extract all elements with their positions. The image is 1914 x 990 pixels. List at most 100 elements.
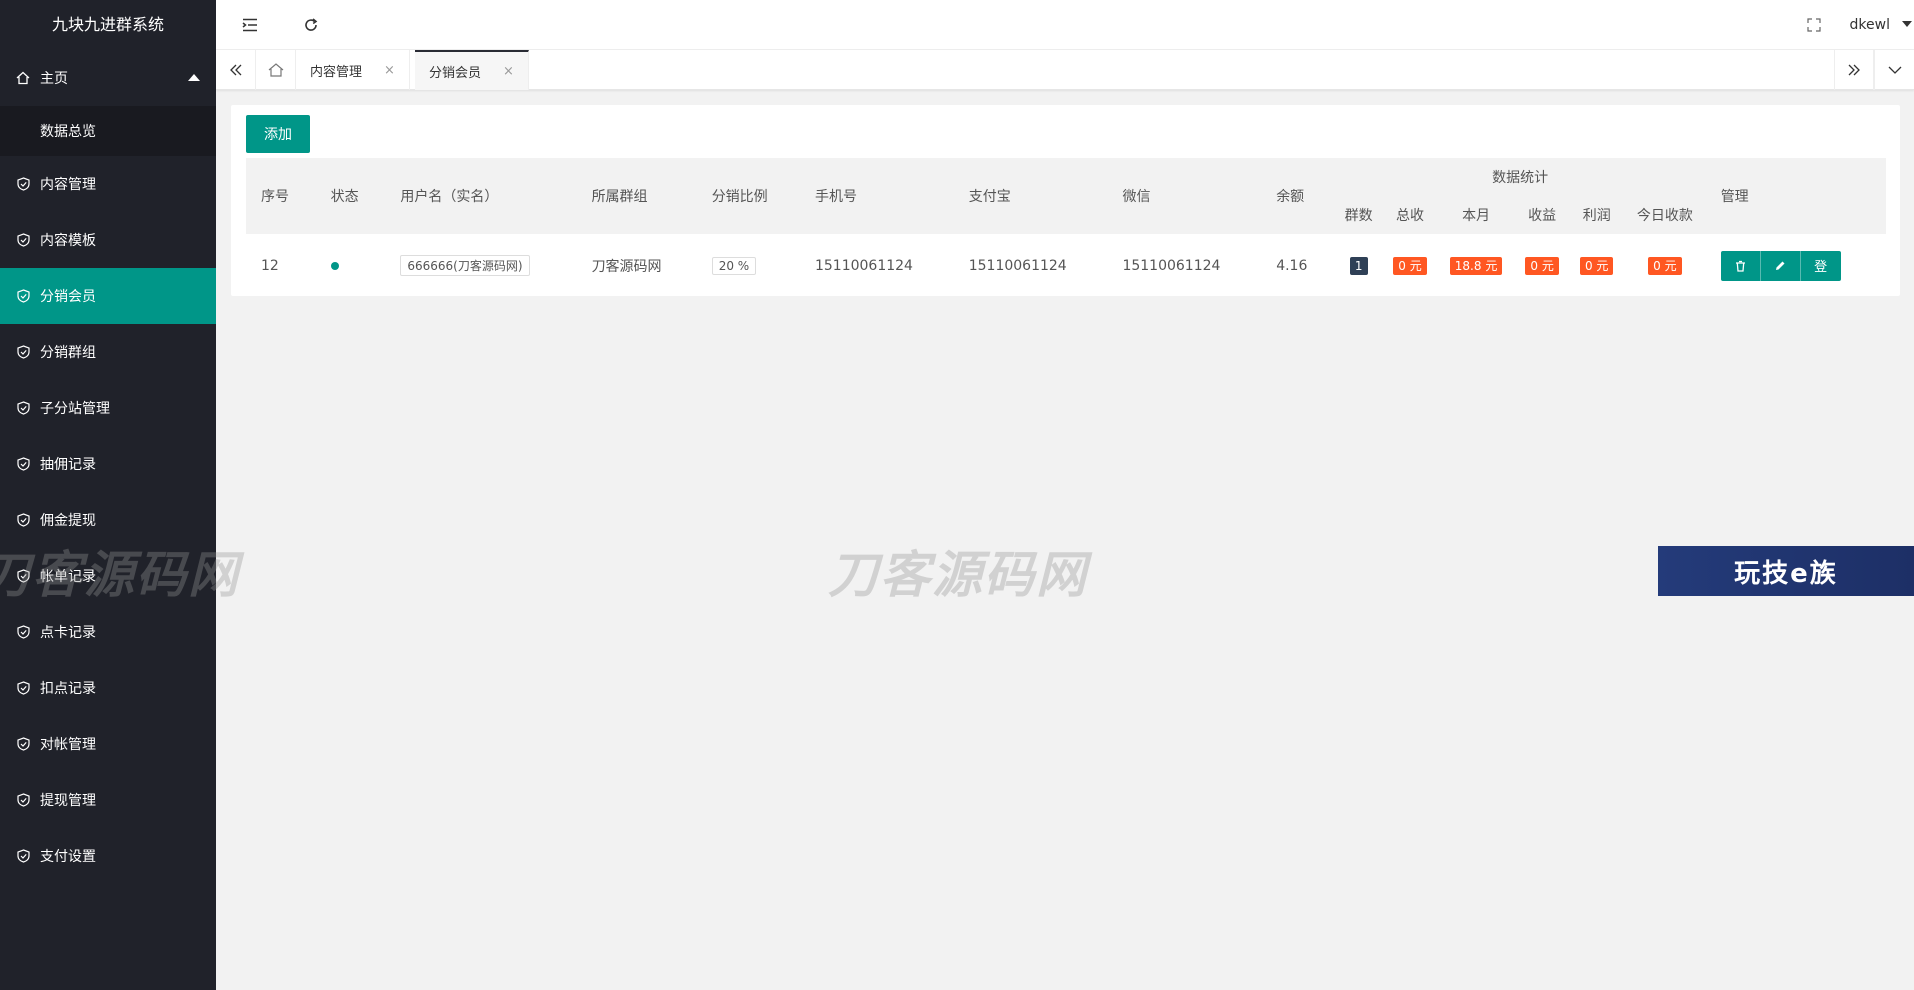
caret-up-icon	[188, 74, 200, 81]
tab-distribution-members[interactable]: 分销会员 ×	[415, 50, 529, 90]
sidebar-item-label: 分销群组	[40, 345, 96, 361]
col-today: 今日收款	[1636, 208, 1693, 224]
sidebar-item-label: 子分站管理	[40, 401, 110, 417]
table-header-row: 序号 状态 用户名（实名） 所属群组 分销比例 手机号 支付宝 微信 余额 数据…	[246, 158, 1886, 205]
dropdown-arrow-icon	[1902, 21, 1912, 27]
shield-check-icon	[16, 737, 30, 751]
shield-check-icon	[16, 233, 30, 247]
sidebar-item-label: 分销会员	[40, 289, 96, 305]
sidebar-item-5[interactable]: 抽佣记录	[0, 436, 216, 492]
col-balance: 余额	[1276, 189, 1305, 205]
tabs-menu-chevron-down-icon[interactable]	[1874, 50, 1914, 90]
sidebar: 九块九进群系统 主页 数据总览 内容管理内容模板分销会员分销群组子分站管理抽佣记…	[0, 0, 216, 990]
total-badge: 0 元	[1393, 256, 1427, 275]
table-row: 12 666666(刀客源码网) 刀客源码网 20 % 15110061124 …	[246, 234, 1886, 297]
profit-badge: 0 元	[1579, 256, 1614, 275]
col-alipay: 支付宝	[968, 189, 1011, 205]
col-wechat: 微信	[1122, 189, 1151, 205]
sidebar-item-10[interactable]: 对帐管理	[0, 716, 216, 772]
tabs-scroll-left-icon[interactable]	[216, 50, 256, 90]
row-actions: 登	[1720, 250, 1841, 281]
sidebar-item-12[interactable]: 支付设置	[0, 828, 216, 884]
sidebar-item-8[interactable]: 点卡记录	[0, 604, 216, 660]
edit-button[interactable]	[1760, 250, 1801, 281]
tab-label: 分销会员	[429, 65, 482, 81]
watermark-text: 刀客源码网	[828, 546, 1088, 604]
sidebar-item-label: 扣点记录	[40, 681, 96, 697]
cell-group: 刀客源码网	[591, 258, 662, 275]
login-button[interactable]: 登	[1800, 250, 1841, 281]
tabs-scroll-right-icon[interactable]	[1834, 50, 1874, 90]
tab-close-icon[interactable]: ×	[503, 64, 514, 79]
col-income: 收益	[1528, 208, 1557, 224]
member-table: 序号 状态 用户名（实名） 所属群组 分销比例 手机号 支付宝 微信 余额 数据…	[246, 158, 1886, 297]
sidebar-item-0[interactable]: 内容管理	[0, 156, 216, 212]
tab-content-manage[interactable]: 内容管理 ×	[296, 50, 410, 90]
member-list-card: 添加 序号 状态 用户名（实名） 所属群组 分销比例 手机号 支付宝 微信 余额…	[231, 105, 1900, 296]
tab-close-icon[interactable]: ×	[384, 63, 395, 78]
shield-check-icon	[16, 177, 30, 191]
user-menu[interactable]: dkewl	[1850, 0, 1914, 50]
cell-income: 0 元	[1515, 234, 1570, 297]
sidebar-item-home[interactable]: 主页	[0, 50, 216, 106]
shield-check-icon	[16, 681, 30, 695]
cell-month: 18.8 元	[1437, 234, 1515, 297]
col-month: 本月	[1462, 208, 1491, 224]
watermark-banner: 玩技e族	[1658, 546, 1914, 596]
col-total: 总收	[1396, 208, 1424, 224]
cell-ratio: 20 %	[697, 234, 800, 297]
today-badge: 0 元	[1648, 256, 1682, 275]
sidebar-item-label: 提现管理	[40, 793, 96, 809]
cell-total: 0 元	[1383, 234, 1438, 297]
sidebar-item-label: 数据总览	[40, 124, 96, 140]
col-manage: 管理	[1720, 189, 1749, 205]
groups-badge: 1	[1349, 256, 1368, 275]
sidebar-item-3[interactable]: 分销群组	[0, 324, 216, 380]
sidebar-item-9[interactable]: 扣点记录	[0, 660, 216, 716]
col-phone: 手机号	[814, 189, 857, 205]
ratio-tag: 20 %	[711, 256, 757, 275]
sidebar-item-label: 佣金提现	[40, 513, 96, 529]
menu-toggle-icon[interactable]	[240, 15, 260, 35]
tab-home-icon[interactable]	[256, 50, 296, 90]
shield-check-icon	[16, 513, 30, 527]
shield-check-icon	[16, 793, 30, 807]
col-status: 状态	[330, 189, 359, 205]
fullscreen-icon[interactable]	[1804, 15, 1824, 35]
delete-button[interactable]	[1720, 250, 1761, 281]
top-header: dkewl	[216, 0, 1914, 50]
status-dot-icon	[330, 261, 339, 270]
shield-check-icon	[16, 849, 30, 863]
sidebar-item-label: 内容模板	[40, 233, 96, 249]
trash-icon	[1735, 260, 1745, 272]
col-profit: 利润	[1582, 208, 1611, 224]
add-button[interactable]: 添加	[246, 115, 310, 153]
watermark-text: 刀客源码网	[0, 546, 240, 604]
sidebar-item-label: 支付设置	[40, 849, 96, 865]
income-badge: 0 元	[1525, 256, 1559, 275]
cell-profit: 0 元	[1569, 234, 1624, 297]
pencil-icon	[1776, 261, 1785, 270]
month-badge: 18.8 元	[1449, 256, 1503, 275]
sidebar-item-1[interactable]: 内容模板	[0, 212, 216, 268]
sidebar-item-4[interactable]: 子分站管理	[0, 380, 216, 436]
cell-alipay: 15110061124	[968, 257, 1067, 274]
shield-check-icon	[16, 289, 30, 303]
cell-status	[316, 234, 386, 297]
cell-username: 666666(刀客源码网)	[385, 234, 576, 297]
col-group: 所属群组	[591, 189, 648, 205]
cell-balance: 4.16	[1276, 257, 1308, 274]
username-label: dkewl	[1849, 17, 1890, 33]
sidebar-item-label: 点卡记录	[40, 625, 96, 641]
shield-check-icon	[16, 401, 30, 415]
shield-check-icon	[16, 457, 30, 471]
sidebar-subitem-overview[interactable]: 数据总览	[0, 106, 216, 156]
cell-today: 0 元	[1624, 234, 1706, 297]
sidebar-item-label: 对帐管理	[40, 737, 96, 753]
sidebar-item-11[interactable]: 提现管理	[0, 772, 216, 828]
refresh-icon[interactable]	[301, 15, 321, 35]
sidebar-item-label: 抽佣记录	[40, 457, 96, 473]
sidebar-item-2[interactable]: 分销会员	[0, 268, 216, 324]
tab-label: 内容管理	[310, 64, 363, 80]
app-title: 九块九进群系统	[0, 0, 216, 50]
